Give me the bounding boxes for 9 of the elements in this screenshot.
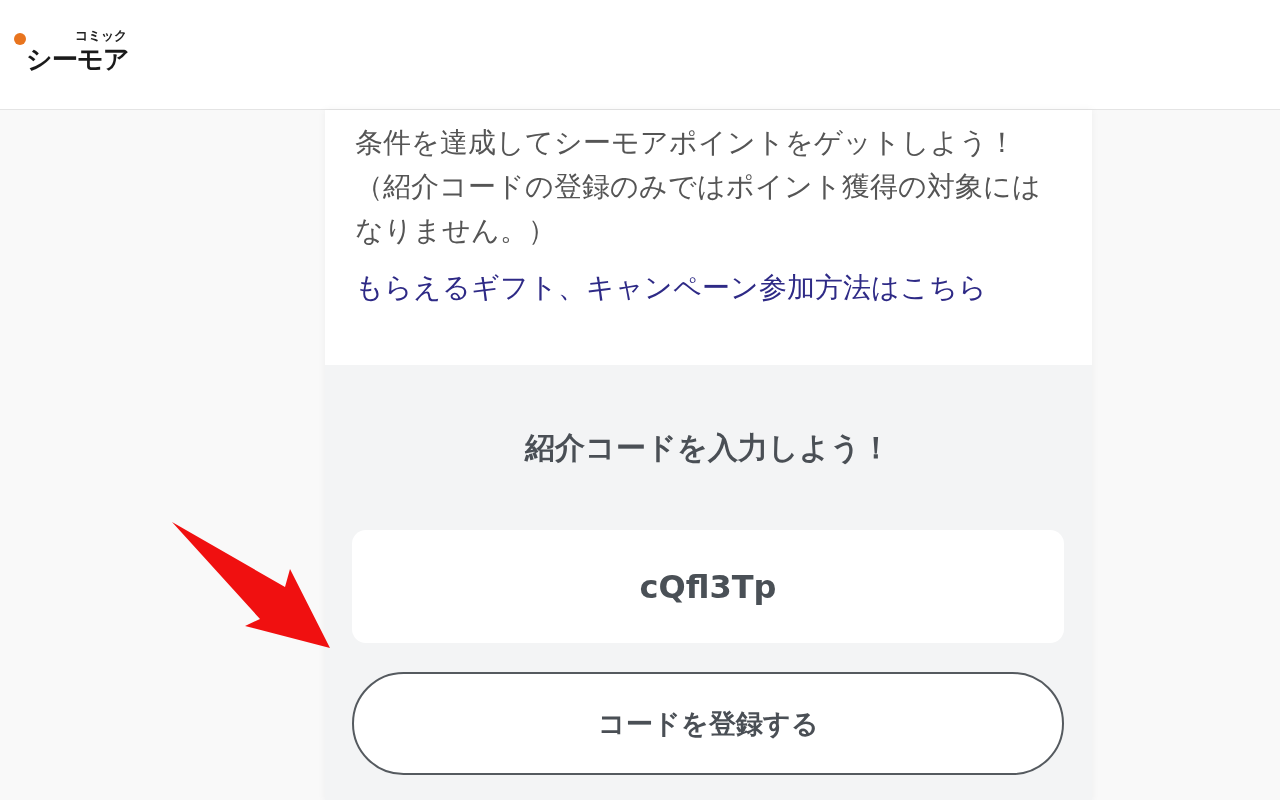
description-text: （紹介コードの登録のみではポイント獲得の対象にはなりません。） xyxy=(355,169,1042,249)
arrow-icon xyxy=(172,522,330,648)
referral-heading: 紹介コードを入力しよう！ xyxy=(525,429,891,467)
campaign-link[interactable]: もらえるギフト、キャンペーン参加方法はこちら xyxy=(355,266,987,310)
site-logo[interactable]: コミック シーモア xyxy=(14,28,129,75)
code-input-field[interactable]: cQfl3Tp xyxy=(352,530,1064,643)
description-text: 条件を達成してシーモアポイントをゲットしよう！ xyxy=(355,125,1017,161)
register-code-button[interactable]: コードを登録する xyxy=(352,672,1064,775)
dot-icon xyxy=(14,33,26,45)
